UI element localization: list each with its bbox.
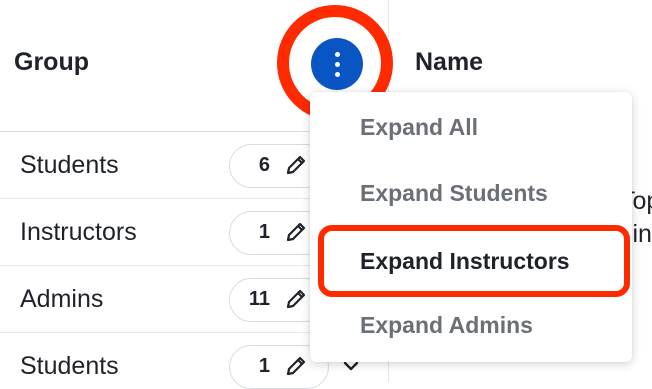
member-count: 1 [258,355,270,377]
member-count: 6 [258,154,270,176]
menu-item-expand-instructors[interactable]: Expand Instructors [360,248,570,275]
kebab-menu-icon [335,52,340,57]
group-column-header: Group [14,48,89,76]
pencil-icon[interactable] [284,153,308,177]
member-count: 11 [248,288,270,310]
menu-item-expand-all[interactable]: Expand All [360,114,478,141]
group-name: Admins [20,285,104,313]
name-column-header: Name [415,48,484,76]
group-name: Students [20,352,119,380]
pencil-icon[interactable] [284,354,308,378]
pencil-icon[interactable] [284,220,308,244]
group-name: Students [20,151,119,179]
kebab-menu-icon-dot [335,62,340,67]
member-count: 1 [258,221,270,243]
menu-item-expand-admins[interactable]: Expand Admins [360,312,533,339]
pencil-icon[interactable] [284,287,308,311]
kebab-menu-icon-dot [335,72,340,77]
menu-item-expand-students[interactable]: Expand Students [360,180,548,207]
group-name: Instructors [20,218,137,246]
column-menu-button[interactable] [311,38,363,90]
